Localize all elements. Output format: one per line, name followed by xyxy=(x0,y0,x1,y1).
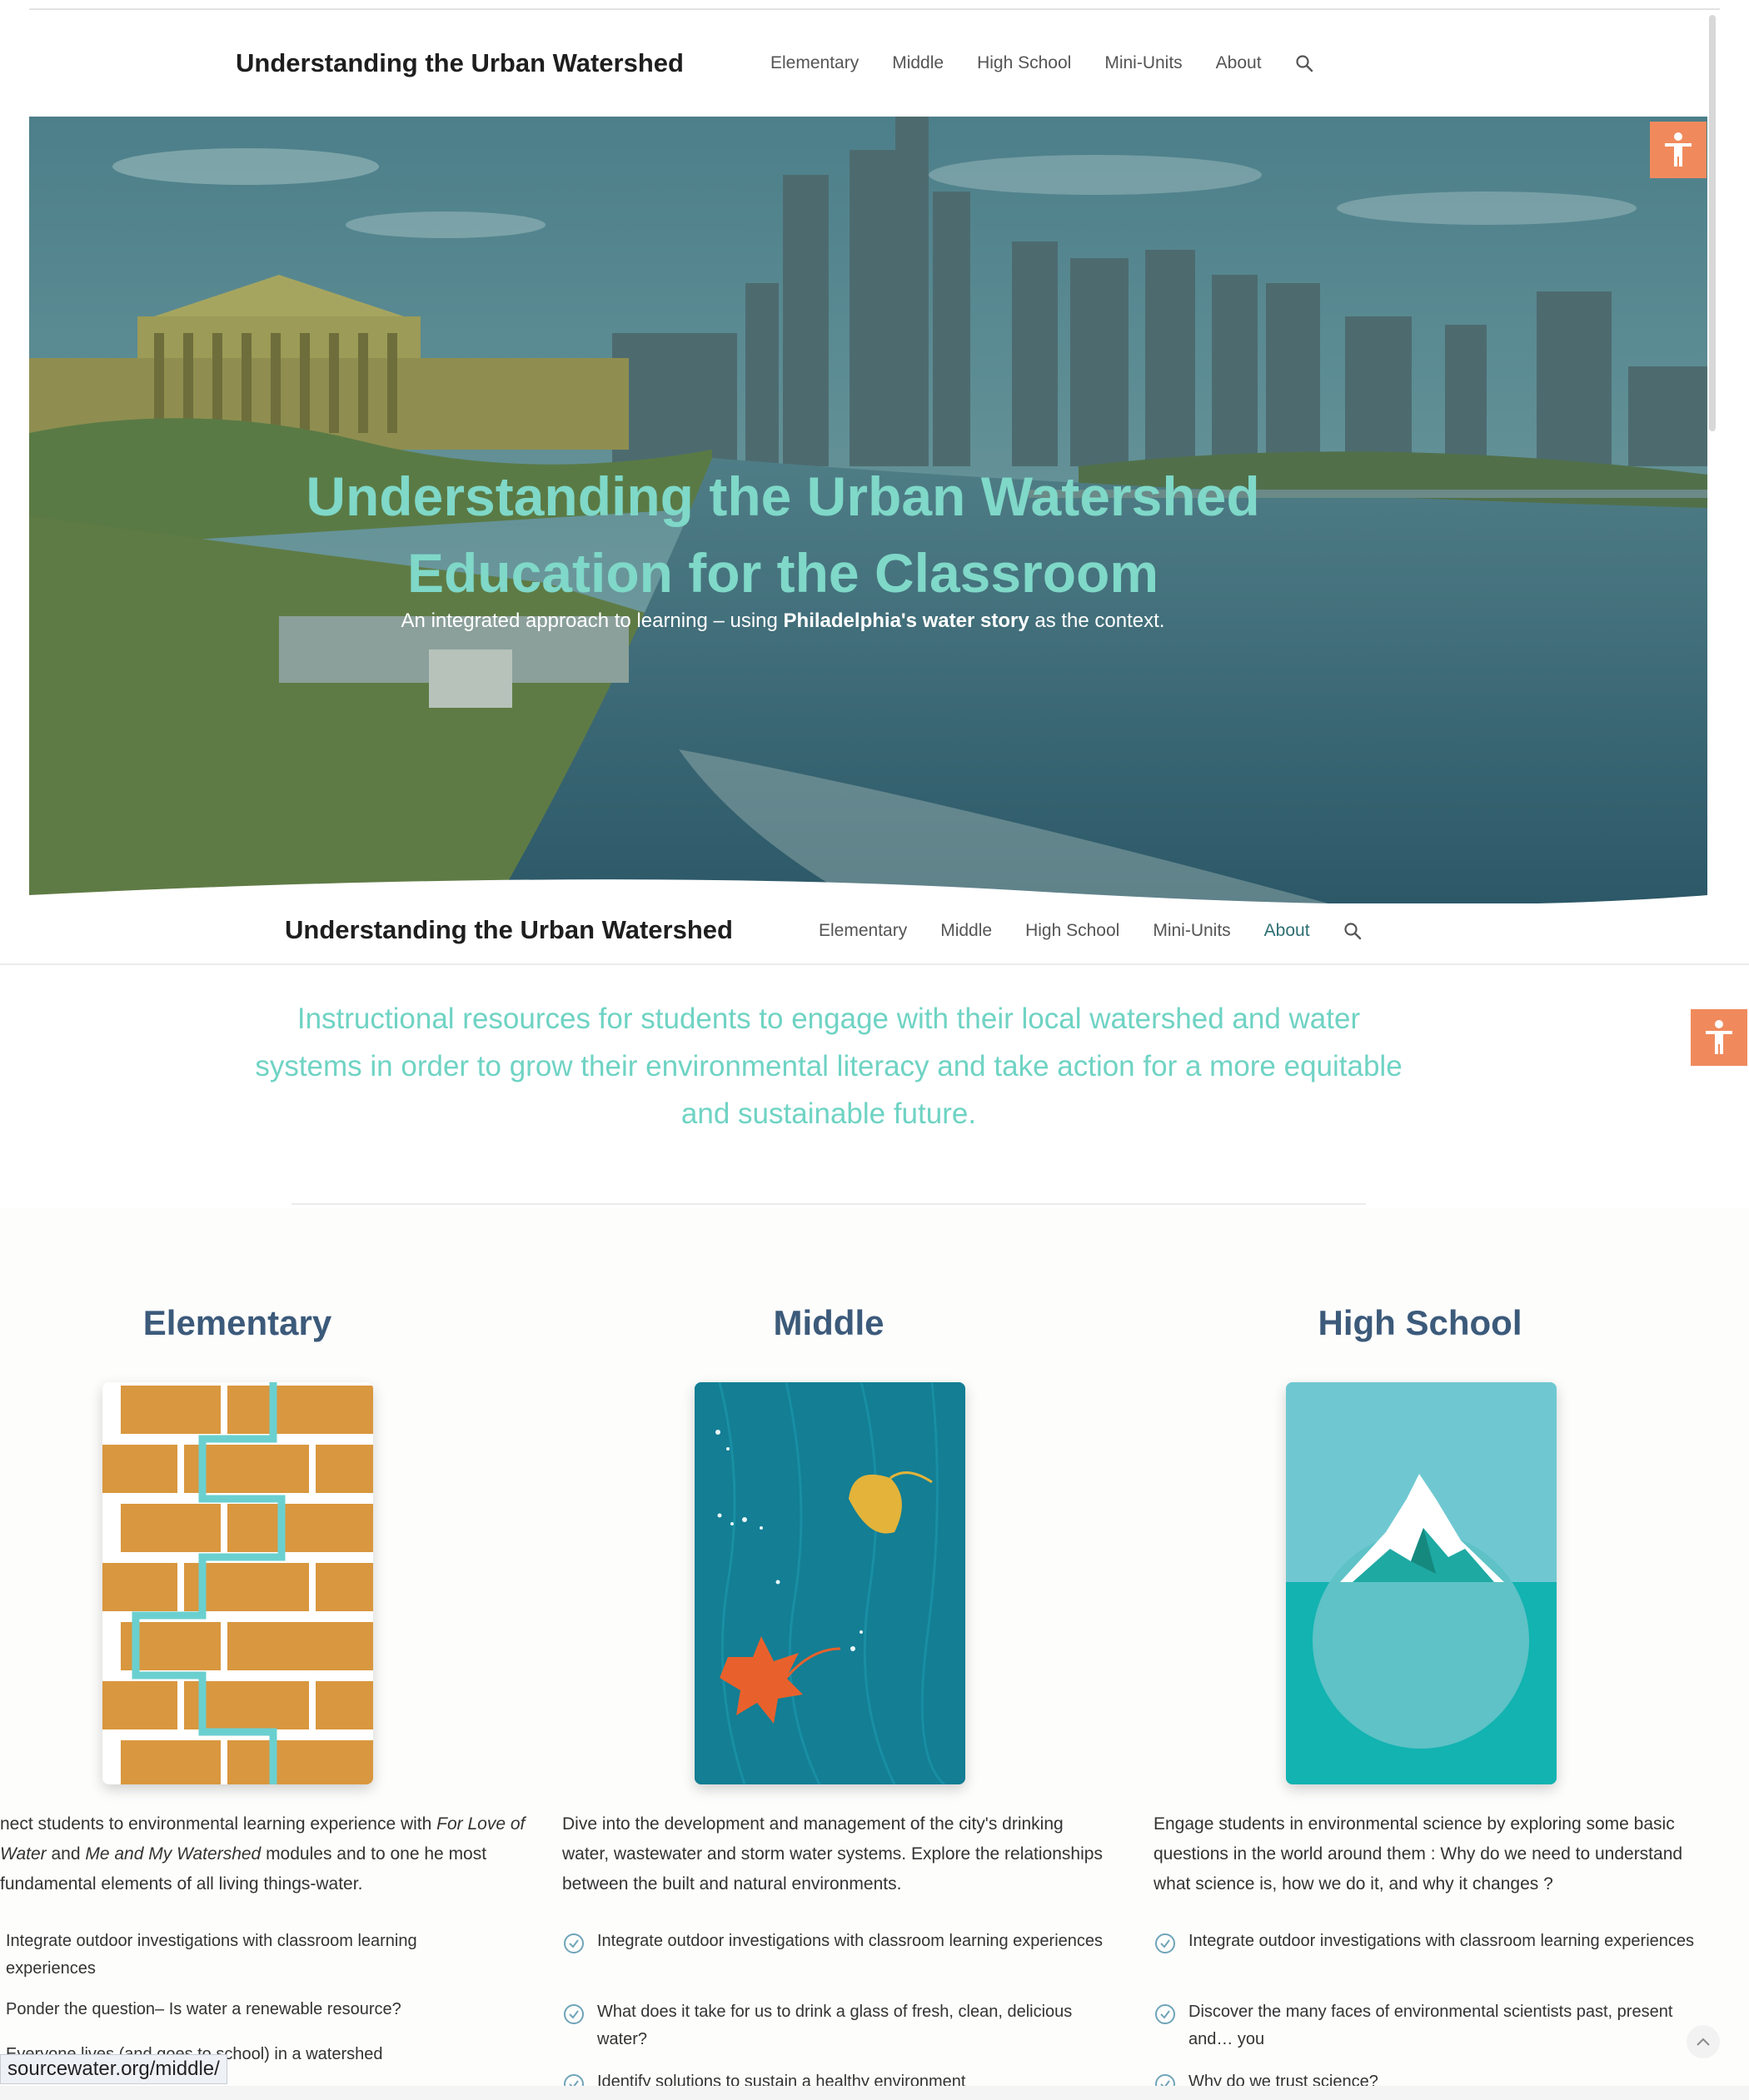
nav-item-high-school[interactable]: High School xyxy=(977,53,1071,73)
site-title[interactable]: Understanding the Urban Watershed xyxy=(236,48,684,78)
hero-subtitle: An integrated approach to learning – usi… xyxy=(29,610,1537,633)
column-description-high-school: Engage students in environmental science… xyxy=(1154,1814,1683,1893)
check-circle-icon xyxy=(1155,2004,1175,2024)
elementary-desc-part-1: nect students to environmental learning … xyxy=(0,1814,437,1834)
middle-card-image[interactable] xyxy=(695,1382,965,1784)
column-title-elementary[interactable]: Elementary xyxy=(71,1303,404,1343)
column-description-elementary: nect students to environmental learning … xyxy=(0,1809,541,1899)
accessibility-button[interactable] xyxy=(1650,122,1707,178)
elementary-card-image[interactable] xyxy=(102,1382,373,1784)
top-border xyxy=(29,8,1720,10)
brick-wall-illustration xyxy=(102,1382,373,1784)
list-item: Integrate outdoor investigations with cl… xyxy=(6,1928,472,1983)
iceberg-illustration xyxy=(1286,1382,1557,1784)
search-icon[interactable] xyxy=(1295,54,1313,72)
nav-item-middle[interactable]: Middle xyxy=(892,53,944,73)
check-circle-icon xyxy=(564,1933,584,1953)
elementary-module-2: Me and My Watershed xyxy=(85,1844,262,1864)
list-item: Integrate outdoor investigations with cl… xyxy=(562,1928,1112,1955)
elementary-desc-part-2: and xyxy=(46,1844,86,1864)
search-icon[interactable] xyxy=(1343,922,1362,940)
chevron-up-icon xyxy=(1697,2038,1710,2046)
sticky-site-title[interactable]: Understanding the Urban Watershed xyxy=(285,915,733,945)
bullet-text: Discover the many faces of environmental… xyxy=(1188,2003,1673,2048)
column-description-middle: Dive into the development and management… xyxy=(562,1814,1103,1893)
bottom-strip xyxy=(0,2086,1749,2100)
bullet-text: Integrate outdoor investigations with cl… xyxy=(6,1932,417,1978)
hero-title: Understanding the Urban Watershed Educat… xyxy=(29,458,1537,611)
accessibility-button-sticky[interactable] xyxy=(1691,1009,1747,1066)
hero-subtitle-emphasis: Philadelphia's water story xyxy=(783,610,1029,632)
leaves-on-water-illustration xyxy=(695,1382,965,1784)
bullet-text: Integrate outdoor investigations with cl… xyxy=(1188,1932,1695,1950)
list-item: Integrate outdoor investigations with cl… xyxy=(1154,1928,1703,1955)
sticky-nav-item-about[interactable]: About xyxy=(1264,921,1310,941)
nav-item-about[interactable]: About xyxy=(1216,53,1262,73)
nav-item-mini-units[interactable]: Mini-Units xyxy=(1104,53,1182,73)
status-bar-url: sourcewater.org/middle/ xyxy=(0,2054,227,2084)
bullet-text: What does it take for us to drink a glas… xyxy=(597,2003,1073,2048)
column-title-middle[interactable]: Middle xyxy=(662,1303,995,1343)
list-item: Ponder the question– Is water a renewabl… xyxy=(6,1996,472,2023)
bullet-text: Ponder the question– Is water a renewabl… xyxy=(6,2000,401,2018)
hero-subtitle-end: as the context. xyxy=(1029,610,1165,632)
scrollbar[interactable] xyxy=(1709,15,1716,431)
intro-text: Instructional resources for students to … xyxy=(255,1003,1403,1130)
sticky-nav-item-elementary[interactable]: Elementary xyxy=(819,921,907,941)
check-circle-icon xyxy=(1155,1933,1175,1953)
back-to-top-button[interactable] xyxy=(1687,2025,1720,2058)
nav-item-elementary[interactable]: Elementary xyxy=(770,53,859,73)
list-item: What does it take for us to drink a glas… xyxy=(562,1998,1112,2053)
sticky-nav: Elementary Middle High School Mini-Units… xyxy=(819,921,1362,941)
section-divider xyxy=(292,1203,1366,1205)
check-circle-icon xyxy=(564,2004,584,2024)
bullet-text: Integrate outdoor investigations with cl… xyxy=(597,1932,1104,1950)
column-title-high-school[interactable]: High School xyxy=(1253,1303,1587,1343)
hero-banner: Understanding the Urban Watershed Educat… xyxy=(29,117,1707,903)
list-item: Discover the many faces of environmental… xyxy=(1154,1998,1703,2053)
hero-title-line-2: Education for the Classroom xyxy=(406,542,1159,604)
main-nav: Elementary Middle High School Mini-Units… xyxy=(770,53,1313,73)
elementary-desc-part-3: modules and to one xyxy=(261,1844,425,1864)
high-school-card-image[interactable] xyxy=(1286,1382,1557,1784)
hero-subtitle-text: An integrated approach to learning – usi… xyxy=(401,610,784,632)
accessibility-icon xyxy=(1665,132,1692,167)
sticky-nav-item-middle[interactable]: Middle xyxy=(940,921,992,941)
accessibility-icon xyxy=(1706,1020,1732,1054)
hero-title-line-1: Understanding the Urban Watershed xyxy=(306,465,1260,527)
sticky-nav-item-mini-units[interactable]: Mini-Units xyxy=(1153,921,1230,941)
sticky-nav-item-high-school[interactable]: High School xyxy=(1025,921,1119,941)
